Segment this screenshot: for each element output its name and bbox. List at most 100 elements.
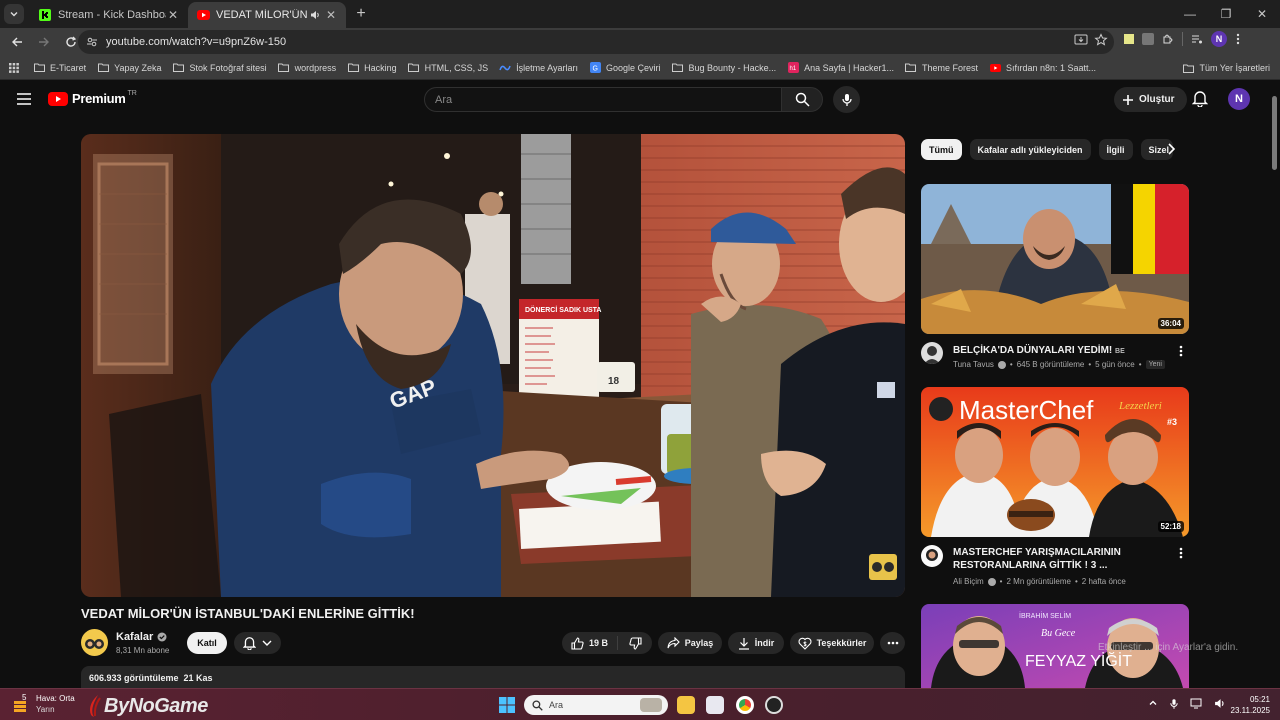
scrollbar-thumb[interactable] bbox=[1272, 96, 1277, 170]
chip-from-uploader[interactable]: Kafalar adlı yükleyiciden bbox=[969, 139, 1091, 160]
recommendation-menu-button[interactable] bbox=[1178, 344, 1184, 358]
address-bar[interactable]: youtube.com/watch?v=u9pnZ6w-150 bbox=[78, 30, 1114, 54]
video-title: VEDAT MİLOR'ÜN İSTANBUL'DAKİ ENLERİNE Gİ… bbox=[81, 606, 415, 621]
apps-grid-icon[interactable] bbox=[9, 62, 19, 73]
bookmark-link[interactable]: G Google Çeviri bbox=[589, 62, 661, 73]
recommendation-meta: Ali Biçim • 2 Mn görüntüleme • 2 hafta ö… bbox=[953, 577, 1126, 586]
activate-windows-watermark: Etkinleştir ... için Ayarlar'a gidin. bbox=[1098, 642, 1239, 653]
site-info-icon[interactable] bbox=[86, 36, 98, 48]
create-button[interactable]: Oluştur bbox=[1114, 87, 1187, 112]
guide-menu-button[interactable] bbox=[16, 92, 32, 106]
tab-close-icon[interactable]: ✕ bbox=[166, 8, 180, 22]
recommendation-thumbnail[interactable]: 36:04 bbox=[921, 184, 1189, 334]
share-label: Paylaş bbox=[684, 638, 714, 648]
all-bookmarks[interactable]: Tüm Yer İşaretleri bbox=[1183, 56, 1270, 80]
speaker-icon[interactable] bbox=[310, 10, 324, 20]
bookmark-folder[interactable]: wordpress bbox=[278, 63, 336, 73]
system-clock[interactable]: 05:21 23.11.2025 bbox=[1226, 694, 1270, 716]
channel-avatar[interactable] bbox=[81, 629, 108, 656]
like-button[interactable]: 19 B bbox=[562, 636, 618, 650]
folder-icon bbox=[347, 63, 359, 73]
bookmark-link[interactable]: h1 Ana Sayfa | Hacker1... bbox=[787, 62, 894, 73]
bookmark-star-icon[interactable] bbox=[1094, 33, 1108, 47]
more-actions-button[interactable] bbox=[880, 632, 905, 654]
channel-avatar[interactable] bbox=[921, 342, 943, 364]
brand-text: ByNoGame bbox=[104, 694, 208, 717]
weather-widget[interactable]: 5 Hava: Orta Yarın bbox=[12, 693, 75, 715]
chip-related[interactable]: İlgili bbox=[1098, 139, 1133, 160]
puzzle-icon[interactable] bbox=[1162, 33, 1174, 45]
bynogame-watermark: ByNoGame bbox=[86, 694, 208, 718]
bookmark-label: Theme Forest bbox=[921, 62, 978, 73]
window-close-icon[interactable]: ✕ bbox=[1244, 0, 1280, 28]
folder-icon bbox=[278, 63, 290, 73]
channel-avatar[interactable] bbox=[921, 545, 943, 567]
subscribe-notifications-button[interactable] bbox=[234, 632, 281, 654]
file-explorer-icon[interactable] bbox=[677, 696, 695, 714]
bookmark-folder[interactable]: Hacking bbox=[347, 63, 397, 73]
chrome-icon[interactable] bbox=[736, 696, 754, 714]
tab-close-icon[interactable]: ✕ bbox=[324, 8, 338, 22]
search-button[interactable] bbox=[781, 87, 823, 112]
bookmark-folder[interactable]: Yapay Zeka bbox=[97, 63, 162, 73]
extension-icon[interactable] bbox=[1142, 33, 1154, 45]
bookmark-link[interactable]: Sıfırdan n8n: 1 Saatt... bbox=[989, 63, 1096, 73]
tab-search-button[interactable] bbox=[4, 4, 24, 24]
channel-name[interactable]: Kafalar bbox=[116, 631, 167, 643]
verified-icon bbox=[987, 577, 996, 586]
browser-tab-youtube[interactable]: VEDAT MİLOR'ÜN İSTANBUL ✕ bbox=[188, 2, 346, 28]
recommendation-title[interactable]: MASTERCHEF YARIŞMACILARININ RESTORANLARI… bbox=[953, 546, 1163, 572]
volume-icon[interactable] bbox=[1214, 698, 1226, 709]
notifications-button[interactable] bbox=[1192, 90, 1208, 107]
microphone-icon[interactable] bbox=[1170, 698, 1178, 710]
start-button[interactable] bbox=[499, 697, 515, 713]
page-scrollbar[interactable] bbox=[1270, 94, 1278, 690]
media-controls-icon[interactable] bbox=[1191, 33, 1203, 45]
search-input[interactable]: Ara bbox=[424, 87, 782, 112]
profile-avatar[interactable]: N bbox=[1211, 31, 1227, 47]
app-icon[interactable] bbox=[765, 696, 783, 714]
share-button[interactable]: Paylaş bbox=[658, 632, 722, 654]
svg-text:G: G bbox=[592, 66, 597, 73]
snipping-tool-icon[interactable] bbox=[706, 696, 724, 714]
new-tab-button[interactable]: + bbox=[350, 5, 372, 23]
bookmark-folder[interactable]: Bug Bounty - Hacke... bbox=[672, 63, 776, 73]
bookmark-label: HTML, CSS, JS bbox=[424, 62, 489, 73]
system-tray bbox=[1148, 698, 1226, 710]
back-button[interactable] bbox=[5, 30, 29, 54]
bookmark-folder[interactable]: Theme Forest bbox=[905, 63, 978, 73]
forward-button[interactable] bbox=[32, 30, 56, 54]
kebab-menu-icon[interactable] bbox=[1235, 32, 1241, 46]
chip-all[interactable]: Tümü bbox=[921, 139, 962, 160]
recommendation-menu-button[interactable] bbox=[1178, 546, 1184, 560]
download-button[interactable]: İndir bbox=[728, 632, 784, 654]
chevron-up-icon[interactable] bbox=[1148, 698, 1158, 708]
bookmark-folder[interactable]: E-Ticaret bbox=[33, 63, 86, 73]
taskbar-search[interactable]: Ara bbox=[524, 695, 668, 715]
bookmark-label: Google Çeviri bbox=[606, 62, 661, 73]
youtube-premium-logo[interactable]: Premium TR bbox=[48, 90, 137, 106]
bookmark-folder[interactable]: HTML, CSS, JS bbox=[408, 62, 489, 73]
recommendation-thumbnail[interactable]: MasterChef Lezzetleri #3 52:18 bbox=[921, 387, 1189, 537]
dislike-button[interactable] bbox=[618, 636, 652, 650]
video-player[interactable]: DÖNERCİ SADIK USTA 18 GAP bbox=[81, 134, 905, 597]
account-avatar[interactable]: N bbox=[1228, 88, 1250, 110]
install-app-icon[interactable] bbox=[1074, 33, 1088, 47]
extension-icon[interactable] bbox=[1124, 34, 1134, 44]
upload-age: 5 gün önce bbox=[1095, 360, 1135, 369]
restore-icon[interactable]: ❐ bbox=[1208, 0, 1244, 28]
thanks-label: Teşekkürler bbox=[816, 638, 867, 648]
channel-name-text[interactable]: Tuna Tavus bbox=[953, 360, 994, 369]
minimize-icon[interactable]: — bbox=[1172, 0, 1208, 28]
bookmark-link[interactable]: İşletme Ayarları bbox=[499, 63, 578, 73]
taskbar-search-placeholder: Ara bbox=[549, 700, 564, 710]
join-button[interactable]: Katıl bbox=[187, 632, 227, 654]
channel-name-text[interactable]: Ali Biçim bbox=[953, 577, 984, 586]
chips-next-button[interactable] bbox=[1164, 142, 1178, 156]
thanks-button[interactable]: Teşekkürler bbox=[790, 632, 874, 654]
browser-tab-kick[interactable]: Stream - Kick Dashboard ✕ bbox=[30, 2, 188, 28]
recommendation-title[interactable]: BELÇİKA'DA DÜNYALARI YEDİM! BE bbox=[953, 344, 1163, 358]
network-icon[interactable] bbox=[1190, 698, 1202, 709]
voice-search-button[interactable] bbox=[833, 86, 860, 113]
bookmark-folder[interactable]: Stok Fotoğraf sitesi bbox=[173, 63, 267, 73]
